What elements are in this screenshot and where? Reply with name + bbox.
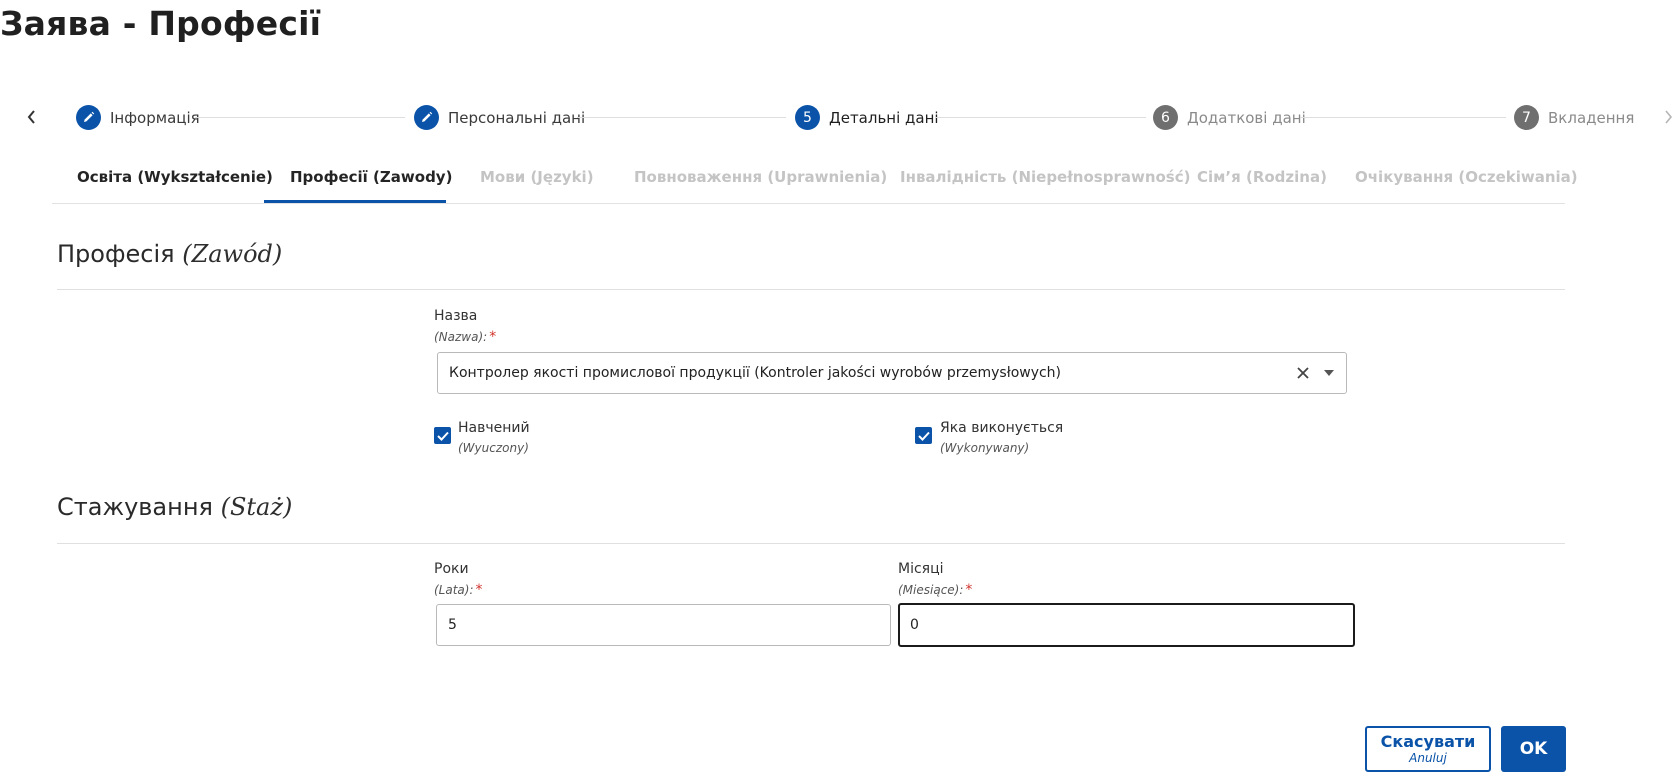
step-personal-data[interactable]: Персональні дані (414, 104, 585, 131)
chevron-right-icon (1665, 110, 1673, 124)
chevron-down-icon[interactable] (1320, 364, 1338, 382)
step-label: Детальні дані (829, 108, 939, 127)
performed-checkbox[interactable] (915, 427, 932, 444)
step-number: 7 (1514, 105, 1539, 130)
tab-professions[interactable]: Професії (Zawody) (290, 168, 452, 186)
tab-disability[interactable]: Інвалідність (Niepełnosprawność) (900, 168, 1191, 186)
step-information[interactable]: Інформація (76, 104, 200, 131)
step-number: 6 (1153, 105, 1178, 130)
performed-checkbox-label: Яка виконується (940, 420, 1064, 436)
pencil-icon (76, 105, 101, 130)
trained-checkbox-sublabel: (Wyuczony) (458, 441, 529, 455)
tab-languages[interactable]: Мови (Języki) (480, 168, 594, 186)
tab-permissions[interactable]: Повноваження (Uprawnienia) (634, 168, 887, 186)
stepper-prev-button[interactable] (21, 106, 43, 128)
years-field-label: Роки (434, 561, 469, 577)
years-field-sublabel: (Lata): * (434, 582, 483, 598)
section-divider (57, 289, 1565, 290)
stepper-next-button[interactable] (1657, 106, 1678, 128)
step-connector (577, 117, 786, 118)
step-connector (195, 117, 405, 118)
trained-checkbox[interactable] (434, 427, 451, 444)
cancel-button-sublabel: Anuluj (1409, 751, 1447, 765)
years-input[interactable] (436, 604, 891, 646)
check-icon (917, 431, 930, 441)
name-field-label: Назва (434, 308, 478, 324)
tab-education[interactable]: Освіта (Wykształcenie) (77, 168, 273, 186)
step-label: Інформація (110, 108, 200, 127)
cancel-button-label: Скасувати (1380, 732, 1476, 751)
tab-family[interactable]: Сім’я (Rodzina) (1197, 168, 1327, 186)
step-number: 5 (795, 105, 820, 130)
tabs-divider (52, 203, 1565, 204)
step-attachments[interactable]: 7 Вкладення (1514, 104, 1634, 131)
step-label: Додаткові дані (1187, 108, 1306, 127)
step-label: Вкладення (1548, 108, 1635, 127)
active-tab-indicator (264, 200, 446, 203)
experience-section-title: Стажування (Staż) (57, 493, 293, 521)
profession-name-select[interactable]: Контролер якості промислової продукції (… (437, 352, 1347, 394)
chevron-left-icon (27, 110, 35, 124)
trained-checkbox-label: Навчений (458, 420, 530, 436)
step-detailed-data[interactable]: 5 Детальні дані (795, 104, 939, 131)
check-icon (436, 431, 449, 441)
ok-button[interactable]: OK (1501, 726, 1566, 772)
step-connector (1300, 117, 1506, 118)
profession-section-title: Професія (Zawód) (57, 240, 283, 268)
cancel-button[interactable]: Скасувати Anuluj (1365, 726, 1491, 772)
tab-expectations[interactable]: Очікування (Oczekiwania) (1355, 168, 1578, 186)
pencil-icon (414, 105, 439, 130)
section-divider (57, 543, 1565, 544)
months-input[interactable] (898, 603, 1355, 647)
step-additional-data[interactable]: 6 Додаткові дані (1153, 104, 1306, 131)
page-title: Заява - Професії (0, 4, 322, 43)
performed-checkbox-sublabel: (Wykonywany) (940, 441, 1030, 455)
step-connector (935, 117, 1146, 118)
profession-name-value: Контролер якості промислової продукції (… (449, 365, 1062, 381)
months-field-label: Місяці (898, 561, 944, 577)
step-label: Персональні дані (448, 108, 586, 127)
name-field-sublabel: (Nazwa): * (434, 329, 497, 345)
close-icon[interactable] (1294, 364, 1312, 382)
months-field-sublabel: (Miesiące): * (898, 582, 973, 598)
